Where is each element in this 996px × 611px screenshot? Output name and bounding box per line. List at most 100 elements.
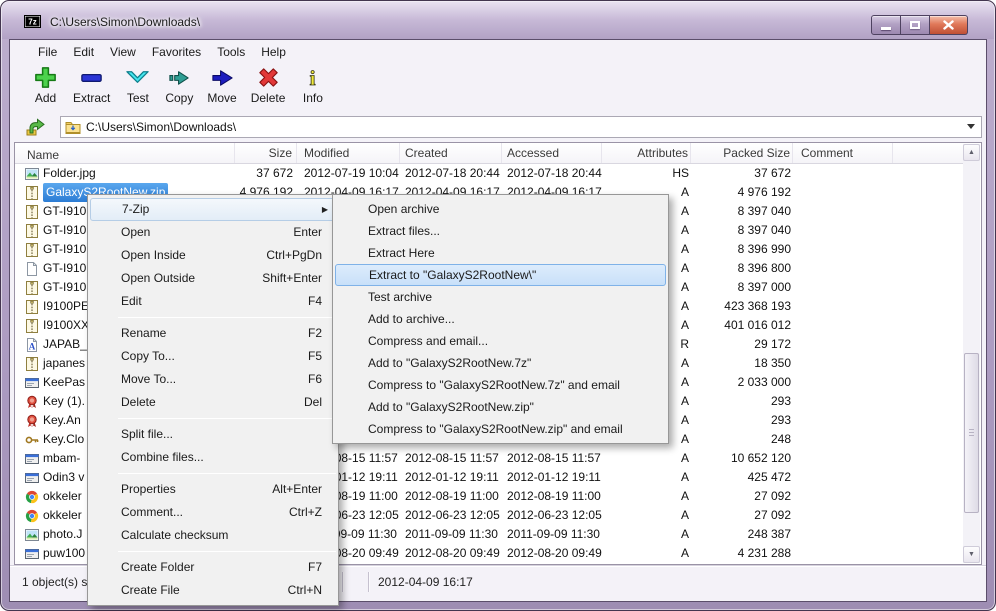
column-header-packed-size[interactable]: Packed Size (691, 143, 793, 163)
submenu-item-extract-files[interactable]: Extract files... (333, 220, 668, 242)
comment-cell (793, 430, 893, 449)
column-header-accessed[interactable]: Accessed (502, 143, 602, 163)
packed_size-cell: 4 976 192 (691, 183, 793, 202)
packed_size-cell: 8 397 040 (691, 221, 793, 240)
column-header-size[interactable]: Size (235, 143, 297, 163)
address-path: C:\Users\Simon\Downloads\ (86, 120, 236, 134)
packed_size-cell: 248 387 (691, 525, 793, 544)
extract-minus-icon (78, 65, 105, 90)
file-name: GT-I910 (43, 259, 86, 278)
submenu-item-add-to-archive[interactable]: Add to archive... (333, 308, 668, 330)
menu-item-shortcut: Del (304, 391, 322, 414)
attributes-cell: A (602, 449, 691, 468)
context-menu-item-move-to[interactable]: Move To...F6 (88, 368, 338, 391)
scroll-down-icon[interactable]: ▼ (963, 546, 980, 563)
submenu-item-open-archive[interactable]: Open archive (333, 198, 668, 220)
toolbar-extract-button[interactable]: Extract (66, 62, 117, 105)
packed_size-cell: 27 092 (691, 506, 793, 525)
submenu-item-extract-here[interactable]: Extract Here (333, 242, 668, 264)
menu-file[interactable]: File (30, 43, 65, 61)
address-combobox[interactable]: C:\Users\Simon\Downloads\ (60, 116, 982, 138)
context-menu-item-split-file[interactable]: Split file... (88, 423, 338, 446)
scroll-up-icon[interactable]: ▲ (963, 144, 980, 161)
menu-separator (118, 317, 336, 318)
packed_size-cell: 2 033 000 (691, 373, 793, 392)
comment-cell (793, 240, 893, 259)
comment-cell (793, 411, 893, 430)
zip-icon (25, 319, 39, 333)
menu-favorites[interactable]: Favorites (144, 43, 209, 61)
context-menu-item-copy-to[interactable]: Copy To...F5 (88, 345, 338, 368)
context-menu-item-open-outside[interactable]: Open OutsideShift+Enter (88, 267, 338, 290)
file-name: GT-I910 (43, 221, 86, 240)
close-button[interactable] (930, 15, 968, 35)
column-header-filler (893, 143, 963, 163)
menu-item-label: 7-Zip (122, 199, 321, 220)
toolbar-test-button[interactable]: Test (117, 62, 158, 105)
menu-item-label: Open (121, 221, 293, 244)
toolbar-info-button[interactable]: iInfo (292, 62, 333, 105)
column-header-attributes[interactable]: Attributes (602, 143, 691, 163)
context-menu-item-7-zip[interactable]: 7-Zip▶ (90, 198, 336, 221)
context-menu-item-create-folder[interactable]: Create FolderF7 (88, 556, 338, 579)
chrome-icon (25, 490, 39, 504)
status-divider (342, 572, 343, 592)
add-plus-icon (32, 65, 59, 90)
column-header-created[interactable]: Created (400, 143, 502, 163)
context-menu-item-create-file[interactable]: Create FileCtrl+N (88, 579, 338, 602)
packed_size-cell: 248 (691, 430, 793, 449)
packed_size-cell: 8 396 990 (691, 240, 793, 259)
context-menu-item-rename[interactable]: RenameF2 (88, 322, 338, 345)
menu-item-shortcut: Ctrl+N (288, 579, 322, 602)
submenu-item-add-to-galaxys2rootnew-7z[interactable]: Add to "GalaxyS2RootNew.7z" (333, 352, 668, 374)
context-menu-item-open[interactable]: OpenEnter (88, 221, 338, 244)
comment-cell (793, 259, 893, 278)
attributes-cell: A (602, 468, 691, 487)
submenu-item-compress-to-galaxys2rootnew-zip-and-email[interactable]: Compress to "GalaxyS2RootNew.zip" and em… (333, 418, 668, 440)
submenu-item-compress-and-email[interactable]: Compress and email... (333, 330, 668, 352)
menu-item-shortcut: F6 (308, 368, 322, 391)
maximize-button[interactable] (901, 15, 930, 35)
packed_size-cell: 27 092 (691, 487, 793, 506)
comment-cell (793, 183, 893, 202)
column-header-comment[interactable]: Comment (793, 143, 893, 163)
minimize-button[interactable] (871, 15, 901, 35)
context-menu-item-properties[interactable]: PropertiesAlt+Enter (88, 478, 338, 501)
context-menu: 7-Zip▶OpenEnterOpen InsideCtrl+PgDnOpen … (87, 194, 339, 606)
scrollbar-thumb[interactable] (964, 353, 979, 513)
menu-view[interactable]: View (102, 43, 144, 61)
close-icon (943, 20, 954, 30)
context-menu-item-edit[interactable]: EditF4 (88, 290, 338, 313)
toolbar-add-button[interactable]: Add (25, 62, 66, 105)
context-menu-item-calculate-checksum[interactable]: Calculate checksum (88, 524, 338, 547)
submenu-item-extract-to-galaxys2rootnew[interactable]: Extract to "GalaxyS2RootNew\" (335, 264, 666, 286)
menu-item-label: Create Folder (121, 556, 308, 579)
toolbar-copy-button[interactable]: Copy (158, 62, 200, 105)
submenu-item-compress-to-galaxys2rootnew-7z-and-email[interactable]: Compress to "GalaxyS2RootNew.7z" and ema… (333, 374, 668, 396)
comment-cell (793, 468, 893, 487)
table-row[interactable]: Folder.jpg37 6722012-07-19 10:042012-07-… (15, 164, 963, 183)
menu-edit[interactable]: Edit (65, 43, 102, 61)
zip-icon (25, 281, 39, 295)
file-name: Folder.jpg (43, 164, 96, 183)
submenu-item-test-archive[interactable]: Test archive (333, 286, 668, 308)
column-headers: NameSizeModifiedCreatedAccessedAttribute… (15, 143, 963, 164)
context-menu-item-open-inside[interactable]: Open InsideCtrl+PgDn (88, 244, 338, 267)
context-menu-item-combine-files[interactable]: Combine files... (88, 446, 338, 469)
vertical-scrollbar[interactable]: ▲ ▼ (963, 144, 980, 563)
context-menu-item-delete[interactable]: DeleteDel (88, 391, 338, 414)
menu-help[interactable]: Help (253, 43, 294, 61)
column-header-name[interactable]: Name (15, 143, 235, 163)
toolbar-delete-button[interactable]: Delete (244, 62, 293, 105)
menu-tools[interactable]: Tools (209, 43, 253, 61)
column-header-modified[interactable]: Modified (297, 143, 400, 163)
combo-dropdown-icon[interactable] (967, 124, 975, 129)
toolbar-move-button[interactable]: Move (200, 62, 243, 105)
file-name: GT-I910 (43, 240, 86, 259)
submenu-item-add-to-galaxys2rootnew-zip[interactable]: Add to "GalaxyS2RootNew.zip" (333, 396, 668, 418)
parent-folder-button[interactable] (22, 115, 48, 139)
attributes-cell: A (602, 487, 691, 506)
context-menu-item-comment[interactable]: Comment...Ctrl+Z (88, 501, 338, 524)
file-name: GT-I910 (43, 202, 86, 221)
comment-cell (793, 392, 893, 411)
